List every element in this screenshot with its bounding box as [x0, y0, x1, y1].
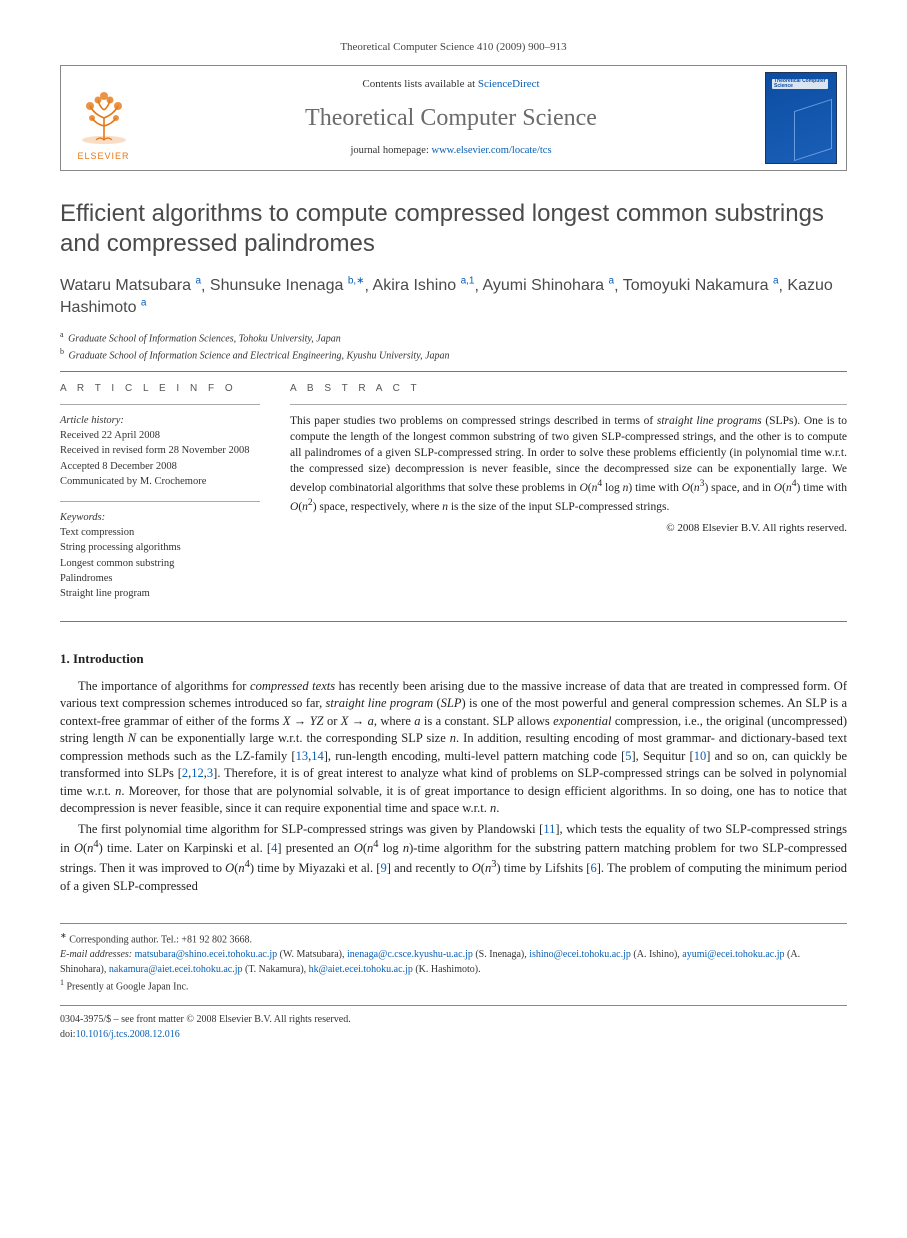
divider [290, 404, 847, 405]
homepage-link[interactable]: www.elsevier.com/locate/tcs [432, 145, 552, 156]
elsevier-tree-icon [74, 88, 134, 148]
article-history: Article history: Received 22 April 2008 … [60, 413, 260, 489]
footnotes: ∗ Corresponding author. Tel.: +81 92 802… [60, 923, 847, 995]
journal-header: ELSEVIER Contents lists available at Sci… [60, 65, 847, 171]
doi-link[interactable]: 10.1016/j.tcs.2008.12.016 [76, 1029, 180, 1040]
introduction-section: 1. Introduction The importance of algori… [60, 650, 847, 895]
email-addresses: E-mail addresses: matsubara@shino.ecei.t… [60, 947, 847, 977]
keyword: Palindromes [60, 571, 260, 586]
keyword: Longest common substring [60, 556, 260, 571]
history-item: Received 22 April 2008 [60, 428, 260, 443]
history-item: Received in revised form 28 November 200… [60, 443, 260, 458]
section-heading: 1. Introduction [60, 650, 847, 668]
history-item: Accepted 8 December 2008 [60, 459, 260, 474]
author-affiliation-marker: a [773, 276, 779, 287]
author: Wataru Matsubara a [60, 277, 201, 294]
author: Ayumi Shinohara a [483, 277, 615, 294]
homepage-prefix: journal homepage: [350, 145, 431, 156]
contents-available-line: Contents lists available at ScienceDirec… [362, 77, 539, 92]
journal-name: Theoretical Computer Science [305, 102, 597, 134]
divider [60, 371, 847, 372]
abstract-column: A B S T R A C T This paper studies two p… [290, 382, 847, 613]
author: Akira Ishino a,1 [373, 277, 475, 294]
homepage-line: journal homepage: www.elsevier.com/locat… [350, 144, 551, 158]
affiliations: a Graduate School of Information Science… [60, 329, 847, 364]
author-affiliation-marker: a,1 [461, 276, 475, 287]
author: Shunsuke Inenaga b,∗ [210, 277, 365, 294]
intro-para-2: The first polynomial time algorithm for … [60, 821, 847, 895]
affiliation-b: b Graduate School of Information Science… [60, 346, 847, 363]
header-center: Contents lists available at ScienceDirec… [146, 66, 756, 170]
email-link[interactable]: nakamura@aiet.ecei.tohoku.ac.jp [109, 964, 243, 975]
sciencedirect-link[interactable]: ScienceDirect [478, 78, 540, 90]
keywords-heading: Keywords: [60, 510, 260, 525]
abstract-copyright: © 2008 Elsevier B.V. All rights reserved… [290, 521, 847, 536]
publisher-name: ELSEVIER [77, 150, 129, 162]
email-link[interactable]: ishino@ecei.tohoku.ac.jp [529, 949, 631, 960]
abstract-text: This paper studies two problems on compr… [290, 413, 847, 515]
info-abstract-row: A R T I C L E I N F O Article history: R… [60, 382, 847, 613]
journal-cover-thumbnail: Theoretical Computer Science [765, 72, 837, 164]
issn-line: 0304-3975/$ – see front matter © 2008 El… [60, 1012, 847, 1027]
authors: Wataru Matsubara a, Shunsuke Inenaga b,∗… [60, 275, 847, 319]
bottom-meta: 0304-3975/$ – see front matter © 2008 El… [60, 1012, 847, 1042]
divider [60, 621, 847, 622]
keywords: Keywords: Text compression String proces… [60, 510, 260, 601]
publisher-logo-cell: ELSEVIER [61, 66, 146, 170]
cover-text: Theoretical Computer Science [774, 79, 836, 90]
corresponding-author-note: ∗ Corresponding author. Tel.: +81 92 802… [60, 930, 847, 947]
keyword: Text compression [60, 525, 260, 540]
author-affiliation-marker: b,∗ [348, 276, 365, 287]
author-affiliation-marker: a [609, 276, 615, 287]
contents-prefix: Contents lists available at [362, 78, 477, 90]
email-link[interactable]: inenaga@c.csce.kyushu-u.ac.jp [347, 949, 473, 960]
intro-para-1: The importance of algorithms for compres… [60, 678, 847, 818]
doi-line: doi:10.1016/j.tcs.2008.12.016 [60, 1027, 847, 1042]
article-info-label: A R T I C L E I N F O [60, 382, 260, 396]
divider [60, 1005, 847, 1006]
keyword: String processing algorithms [60, 540, 260, 555]
email-link[interactable]: ayumi@ecei.tohoku.ac.jp [682, 949, 784, 960]
author-affiliation-marker: a [195, 276, 201, 287]
footnote-1: 1 Presently at Google Japan Inc. [60, 977, 847, 994]
article-info-column: A R T I C L E I N F O Article history: R… [60, 382, 260, 613]
email-link[interactable]: hk@aiet.ecei.tohoku.ac.jp [309, 964, 413, 975]
cover-cell: Theoretical Computer Science [756, 66, 846, 170]
article-title: Efficient algorithms to compute compress… [60, 199, 847, 259]
divider [60, 404, 260, 405]
keyword: Straight line program [60, 586, 260, 601]
author-affiliation-marker: a [141, 298, 147, 309]
history-item: Communicated by M. Crochemore [60, 474, 260, 489]
divider [60, 501, 260, 502]
affiliation-a: a Graduate School of Information Science… [60, 329, 847, 346]
author: Tomoyuki Nakamura a [623, 277, 779, 294]
email-link[interactable]: matsubara@shino.ecei.tohoku.ac.jp [135, 949, 278, 960]
abstract-label: A B S T R A C T [290, 382, 847, 396]
top-citation: Theoretical Computer Science 410 (2009) … [60, 40, 847, 55]
history-heading: Article history: [60, 413, 260, 428]
